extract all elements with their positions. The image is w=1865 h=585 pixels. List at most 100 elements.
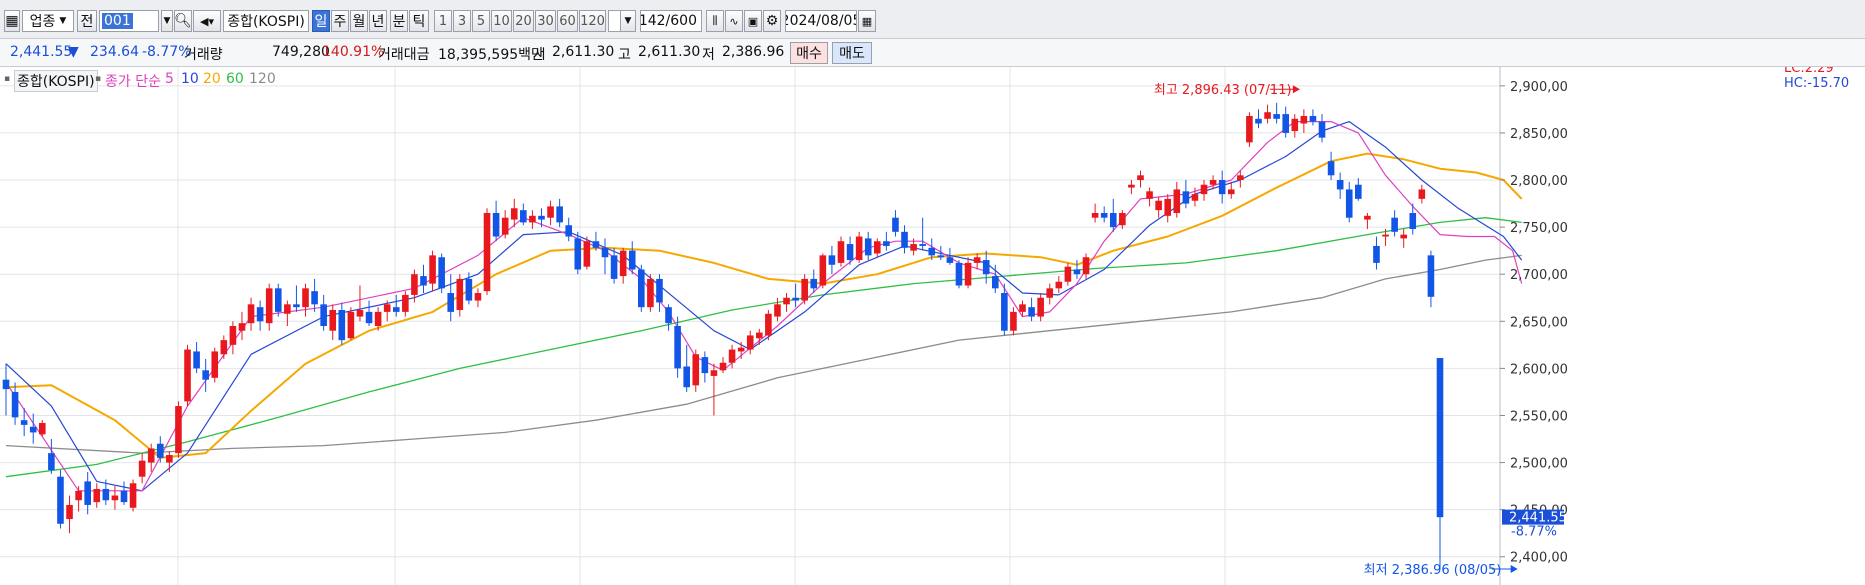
candle — [420, 264, 427, 294]
candle — [392, 294, 400, 317]
interval-1[interactable]: 1 — [434, 10, 452, 32]
candle-body — [919, 244, 926, 246]
candle — [710, 363, 718, 416]
interval-5[interactable]: 5 — [472, 10, 490, 32]
candle — [438, 253, 445, 294]
candlestick-chart[interactable]: 2,900,00 2,850,00 2,800,00 2,750,00 2,700,00… — [0, 67, 1865, 585]
candle-type-icon[interactable]: ⫼ — [706, 10, 724, 32]
candle — [828, 245, 836, 275]
candle-body — [647, 278, 654, 308]
candle-body — [1091, 212, 1099, 218]
candle-body — [955, 262, 963, 286]
interval-3[interactable]: 3 — [453, 10, 471, 32]
candle-body — [111, 495, 119, 501]
chevron-down-icon[interactable]: ▼ — [620, 10, 636, 32]
candle-body — [583, 241, 591, 267]
candle — [901, 225, 908, 254]
amount-value: 18,395,595백만 — [438, 47, 544, 63]
candle-body — [356, 309, 364, 317]
candle — [1100, 206, 1108, 223]
y-tick-label: 2,800,00 — [1510, 174, 1568, 189]
candle — [973, 253, 981, 270]
candle — [520, 203, 527, 226]
candle-body — [964, 262, 972, 286]
date-input[interactable]: 2024/08/05 — [785, 10, 857, 32]
candle — [1364, 212, 1371, 229]
tab-minute[interactable]: 분 — [390, 10, 408, 32]
save-icon[interactable]: ▣ — [744, 10, 762, 32]
candle — [175, 401, 182, 458]
candle — [1200, 180, 1208, 201]
code-input[interactable]: 001 — [99, 10, 159, 32]
open-value: 2,611.30 — [552, 44, 615, 60]
candle-body — [1336, 180, 1344, 190]
y-tick-label: 2,600,00 — [1510, 362, 1568, 377]
candle — [1291, 114, 1299, 138]
tab-year[interactable]: 년 — [369, 10, 387, 32]
candle-body — [710, 370, 718, 376]
candle-body — [774, 304, 781, 317]
hc-label: HC:-15.70 — [1784, 76, 1849, 91]
candle-body — [138, 460, 146, 477]
buy-button[interactable]: 매수 — [790, 42, 828, 64]
tab-month[interactable]: 월 — [350, 10, 368, 32]
candle — [284, 300, 291, 326]
candle-body — [1218, 180, 1226, 195]
calendar-icon[interactable]: ▦ — [858, 10, 876, 32]
tab-week[interactable]: 주 — [331, 10, 349, 32]
interval-60[interactable]: 60 — [557, 10, 578, 32]
candle — [1055, 276, 1063, 294]
candle — [955, 260, 963, 289]
interval-20[interactable]: 20 — [513, 10, 534, 32]
y-tick-label: 2,900,00 — [1510, 80, 1568, 95]
candle — [1436, 358, 1444, 569]
candle-body — [1028, 307, 1035, 317]
candle-body — [737, 347, 745, 352]
candle-body — [1273, 114, 1280, 119]
market-dropdown[interactable]: 업종 ▼ — [22, 10, 74, 32]
tab-tick[interactable]: 틱 — [409, 10, 429, 32]
candle-body — [638, 269, 645, 308]
candle — [11, 382, 19, 425]
legend-index-name[interactable]: 종합(KOSPI) — [14, 70, 98, 92]
candle-body — [1382, 234, 1389, 237]
candle-body — [84, 481, 91, 505]
candle — [1019, 300, 1026, 317]
candle — [1109, 198, 1117, 232]
chevron-down-icon[interactable]: ▼ — [161, 10, 173, 32]
tab-day[interactable]: 일 — [312, 10, 330, 32]
line-type-icon[interactable]: ∿ — [725, 10, 743, 32]
candle-body — [1173, 189, 1181, 213]
candle-body — [193, 351, 200, 369]
candle — [819, 253, 827, 289]
candle-body — [1391, 217, 1398, 232]
candle-body — [1128, 184, 1135, 188]
candle-body — [837, 241, 845, 263]
candle-body — [492, 212, 500, 237]
candle-body — [75, 490, 82, 501]
sell-button[interactable]: 매도 — [832, 42, 872, 64]
layout-icon[interactable]: ▦ — [4, 10, 20, 32]
candle — [601, 238, 609, 275]
candle — [1173, 181, 1181, 218]
legend-marker-icon: ▪ — [95, 74, 102, 84]
ma-line-5 — [5, 120, 1523, 492]
candle-body — [1109, 212, 1117, 228]
candle-body — [520, 210, 527, 223]
speaker-icon[interactable]: ◀▾ — [193, 10, 221, 32]
interval-120[interactable]: 120 — [579, 10, 606, 32]
prev-button[interactable]: 전 — [77, 10, 97, 32]
candle-body — [1146, 191, 1153, 199]
candle — [1046, 283, 1054, 305]
gear-icon[interactable]: ⚙ — [763, 10, 781, 32]
search-icon[interactable]: 🔍︎ — [174, 10, 192, 32]
candle-body — [66, 504, 73, 520]
y-tick-label: 2,650,00 — [1510, 315, 1568, 330]
candle — [1373, 236, 1380, 270]
interval-30[interactable]: 30 — [535, 10, 556, 32]
candle — [556, 198, 563, 228]
candle-body — [692, 354, 700, 386]
annotations: 최고 2,896.43 (07/11) 최저 2,386.96 (08/05) LC… — [1154, 67, 1849, 578]
candle — [1010, 307, 1017, 336]
interval-10[interactable]: 10 — [491, 10, 512, 32]
